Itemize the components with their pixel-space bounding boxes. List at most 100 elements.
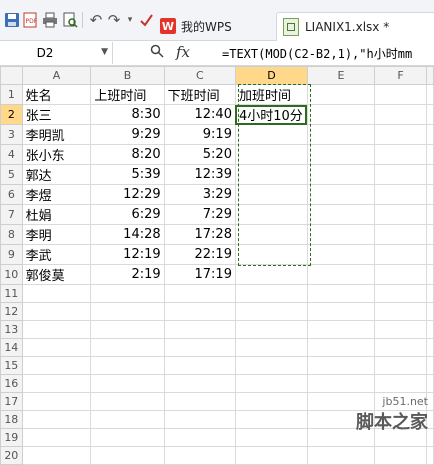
row-header[interactable]: 5 (0, 164, 23, 185)
cell-a20[interactable] (21, 446, 92, 465)
cell-d20[interactable] (234, 446, 308, 465)
cell-f14[interactable] (374, 338, 427, 357)
zoom-search-icon[interactable] (150, 44, 164, 62)
cell-a4[interactable]: 张小东 (21, 144, 92, 165)
cell-a17[interactable] (21, 392, 92, 411)
cell-a12[interactable] (21, 302, 92, 321)
cell-f1[interactable] (374, 84, 427, 105)
cell-a5[interactable]: 郭达 (21, 164, 92, 185)
cell-f16[interactable] (374, 374, 427, 393)
chevron-down-icon[interactable]: ▼ (101, 47, 108, 57)
save-icon[interactable] (2, 10, 22, 30)
cell-e16[interactable] (306, 374, 376, 393)
cell-e9[interactable] (306, 244, 376, 265)
cell-a1[interactable]: 姓名 (21, 84, 92, 105)
cell-c3[interactable]: 9:19 (163, 124, 236, 145)
select-all-corner[interactable] (0, 66, 23, 85)
cell-b14[interactable] (90, 338, 165, 357)
row-header[interactable]: 11 (0, 284, 23, 303)
cell-overflow[interactable] (426, 84, 434, 105)
cell-e8[interactable] (306, 224, 376, 245)
row-header[interactable]: 7 (0, 204, 23, 225)
cell-overflow[interactable] (426, 302, 434, 321)
print-preview-icon[interactable] (60, 10, 80, 30)
cell-a2[interactable]: 张三 (21, 104, 92, 125)
cell-d15[interactable] (234, 356, 308, 375)
row-header[interactable]: 13 (0, 320, 23, 339)
cell-f3[interactable] (374, 124, 427, 145)
cell-c2[interactable]: 12:40 (163, 104, 236, 125)
row-header[interactable]: 17 (0, 392, 23, 411)
cell-b20[interactable] (90, 446, 165, 465)
cell-b11[interactable] (90, 284, 165, 303)
pdf-icon[interactable]: PDF (20, 10, 40, 30)
cell-b6[interactable]: 12:29 (90, 184, 165, 205)
cell-b16[interactable] (90, 374, 165, 393)
cell-b17[interactable] (90, 392, 165, 411)
cell-f11[interactable] (374, 284, 427, 303)
fx-icon[interactable]: fx (176, 43, 190, 61)
column-header-overflow[interactable] (426, 66, 434, 85)
cell-overflow[interactable] (426, 338, 434, 357)
cell-d8[interactable] (234, 224, 308, 245)
cell-b7[interactable]: 6:29 (90, 204, 165, 225)
cell-f13[interactable] (374, 320, 427, 339)
column-header-d[interactable]: D (234, 66, 308, 85)
cell-overflow[interactable] (426, 320, 434, 339)
row-header[interactable]: 18 (0, 410, 23, 429)
column-header-e[interactable]: E (306, 66, 376, 85)
row-header[interactable]: 9 (0, 244, 23, 265)
cell-f8[interactable] (374, 224, 427, 245)
cell-a10[interactable]: 郭俊莫 (21, 264, 92, 285)
column-header-a[interactable]: A (21, 66, 92, 85)
cell-b5[interactable]: 5:39 (90, 164, 165, 185)
cell-d18[interactable] (234, 410, 308, 429)
row-header[interactable]: 6 (0, 184, 23, 205)
cell-f7[interactable] (374, 204, 427, 225)
cell-a14[interactable] (21, 338, 92, 357)
formula-input[interactable]: =TEXT(MOD(C2-B2,1),"h小时mm (222, 45, 412, 62)
cell-e4[interactable] (306, 144, 376, 165)
cell-d12[interactable] (234, 302, 308, 321)
cell-e14[interactable] (306, 338, 376, 357)
cell-e10[interactable] (306, 264, 376, 285)
cell-c17[interactable] (163, 392, 236, 411)
cell-c14[interactable] (163, 338, 236, 357)
cell-overflow[interactable] (426, 284, 434, 303)
cell-a16[interactable] (21, 374, 92, 393)
cell-c12[interactable] (163, 302, 236, 321)
cell-b1[interactable]: 上班时间 (90, 84, 165, 105)
cell-f2[interactable] (374, 104, 427, 125)
cell-d10[interactable] (234, 264, 308, 285)
cell-e7[interactable] (306, 204, 376, 225)
cell-b12[interactable] (90, 302, 165, 321)
cell-f6[interactable] (374, 184, 427, 205)
cell-overflow[interactable] (426, 104, 434, 125)
cell-a7[interactable]: 杜娟 (21, 204, 92, 225)
cell-c5[interactable]: 12:39 (163, 164, 236, 185)
row-header[interactable]: 8 (0, 224, 23, 245)
row-header[interactable]: 3 (0, 124, 23, 145)
cell-overflow[interactable] (426, 374, 434, 393)
cell-b9[interactable]: 12:19 (90, 244, 165, 265)
cell-d14[interactable] (234, 338, 308, 357)
cell-c16[interactable] (163, 374, 236, 393)
row-header[interactable]: 12 (0, 302, 23, 321)
row-header[interactable]: 10 (0, 264, 23, 285)
cell-d9[interactable] (234, 244, 308, 265)
cell-b10[interactable]: 2:19 (90, 264, 165, 285)
cell-b13[interactable] (90, 320, 165, 339)
row-header[interactable]: 20 (0, 446, 23, 465)
cell-d2[interactable]: 4小时10分 (234, 104, 308, 125)
row-header[interactable]: 16 (0, 374, 23, 393)
cell-d3[interactable] (234, 124, 308, 145)
cell-c10[interactable]: 17:19 (163, 264, 236, 285)
cell-a13[interactable] (21, 320, 92, 339)
cell-f20[interactable] (374, 446, 427, 465)
cell-overflow[interactable] (426, 144, 434, 165)
cell-d5[interactable] (234, 164, 308, 185)
cell-e1[interactable] (306, 84, 376, 105)
cell-e5[interactable] (306, 164, 376, 185)
cell-d6[interactable] (234, 184, 308, 205)
cell-f10[interactable] (374, 264, 427, 285)
